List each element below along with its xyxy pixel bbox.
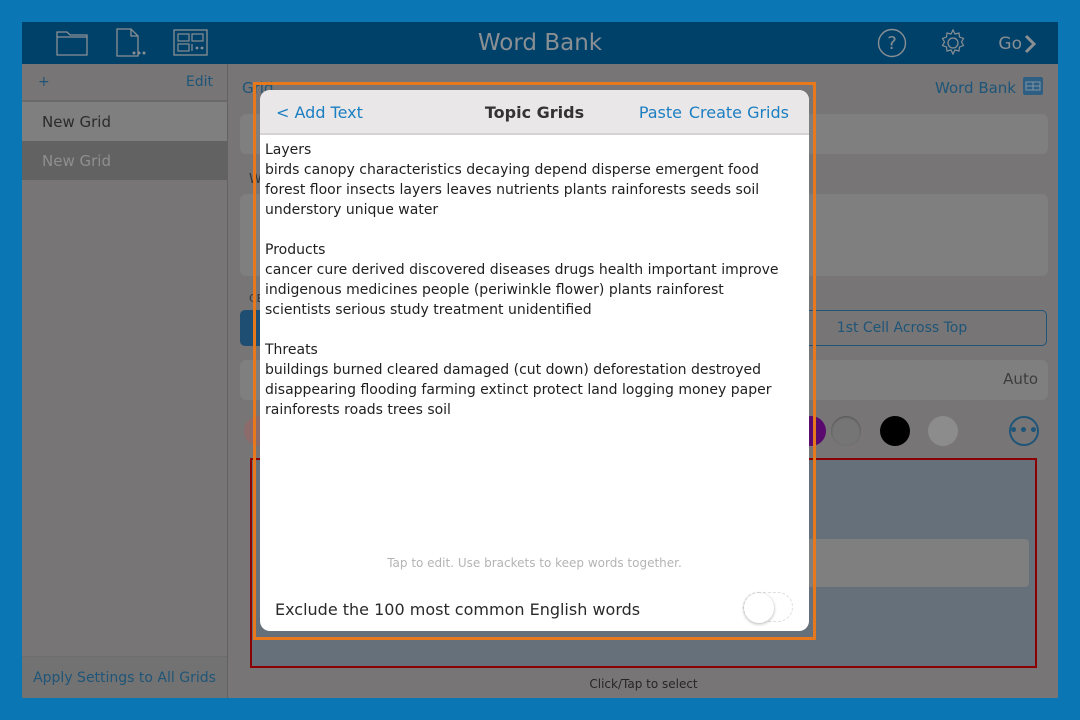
go-label: Go [998,34,1022,54]
topic-name: Threats [265,342,318,358]
topic-name: Products [265,242,326,258]
topic-block: Threats buildings burned cleared damaged… [265,340,804,420]
more-colors-button[interactable]: ••• [1009,416,1039,446]
topic-text-area[interactable]: Layers birds canopy characteristics deca… [260,135,809,445]
create-grids-button[interactable]: Create Grids [689,103,789,122]
word-bank-link[interactable]: Word Bank [935,79,1016,97]
edit-button[interactable]: Edit [186,74,213,90]
settings-icon[interactable] [938,28,968,62]
topic-words: cancer cure derived discovered diseases … [265,262,779,318]
color-swatch-light-gray[interactable] [928,416,958,446]
more-icon: ••• [1009,423,1039,439]
topic-block: Products cancer cure derived discovered … [265,240,804,320]
svg-text:?: ? [887,33,897,54]
apply-settings-button[interactable]: Apply Settings to All Grids [22,656,227,698]
help-icon[interactable]: ? [877,28,907,62]
sidebar-item-grid-selected[interactable]: New Grid [22,141,227,180]
exclude-common-words-toggle[interactable] [743,592,793,623]
color-swatch-black[interactable] [880,416,910,446]
chevron-right-icon [1024,34,1036,54]
size-value: Auto [1003,370,1038,388]
add-grid-button[interactable]: + [38,74,50,90]
toggle-knob [744,593,774,623]
paste-button[interactable]: Paste [639,103,682,122]
layout-option-label: 1st Cell Across Top [836,320,968,336]
status-hint: Click/Tap to select [589,677,698,691]
sidebar-item-label: New Grid [42,151,111,170]
topic-words: birds canopy characteristics decaying de… [265,162,760,218]
color-swatch-gray[interactable] [831,416,861,446]
word-bank-icon[interactable] [1023,77,1043,95]
dialog-header: < Add Text Topic Grids Paste Create Grid… [260,90,809,135]
sidebar: + Edit New Grid New Grid Apply Settings … [22,64,228,698]
sidebar-header: + Edit [22,64,227,102]
topic-name: Layers [265,142,312,158]
topic-block: Layers birds canopy characteristics deca… [265,140,804,220]
topic-words: buildings burned cleared damaged (cut do… [265,362,772,418]
topic-grids-dialog: < Add Text Topic Grids Paste Create Grid… [260,90,809,631]
edit-hint: Tap to edit. Use brackets to keep words … [387,556,682,570]
top-bar: Word Bank ? Go [22,22,1058,64]
sidebar-item-grid[interactable]: New Grid [22,102,227,141]
sidebar-item-label: New Grid [42,112,111,131]
go-button[interactable]: Go [998,34,1036,54]
exclude-common-words-label: Exclude the 100 most common English word… [275,600,641,619]
